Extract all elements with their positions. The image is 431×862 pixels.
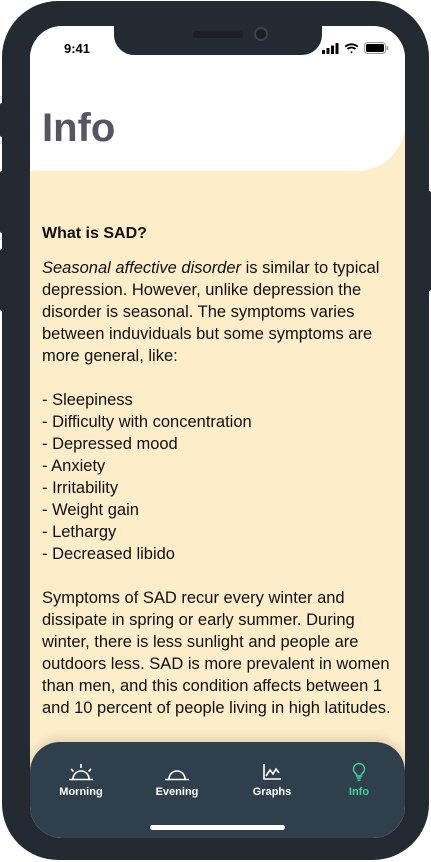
section-heading: What is SAD? xyxy=(42,225,147,242)
tab-graphs[interactable]: Graphs xyxy=(232,762,312,798)
tab-evening[interactable]: Evening xyxy=(137,762,217,798)
mute-switch xyxy=(0,103,4,137)
page-title: Info xyxy=(42,106,116,150)
info-article: What is SAD? Seasonal affective disorder… xyxy=(42,223,397,719)
signal-icon xyxy=(322,42,339,54)
chart-icon xyxy=(263,764,281,780)
symptom-list: - Sleepiness - Difficulty with concentra… xyxy=(42,389,397,565)
symptom-item: - Depressed mood xyxy=(42,435,178,453)
speaker-grille xyxy=(193,31,243,38)
tab-label: Evening xyxy=(155,786,199,798)
status-icons xyxy=(322,42,389,54)
tab-label: Graphs xyxy=(252,786,292,798)
notch xyxy=(114,26,322,55)
sunset-icon xyxy=(165,770,189,781)
symptom-item: - Sleepiness xyxy=(42,391,133,409)
volume-up-button xyxy=(0,171,4,233)
tab-label: Morning xyxy=(59,786,103,798)
tab-label: Info xyxy=(348,786,370,798)
symptom-item: - Irritability xyxy=(42,479,119,497)
intro-term: Seasonal affective disorder xyxy=(42,259,242,277)
volume-down-button xyxy=(0,249,4,311)
status-time: 9:41 xyxy=(64,41,91,56)
symptom-item: - Difficulty with concentration xyxy=(42,413,252,431)
phone-frame: 9:41 Info What is SAD? Seasonal affectiv… xyxy=(0,1,431,860)
power-button xyxy=(427,191,431,291)
tab-morning[interactable]: Morning xyxy=(41,762,121,798)
battery-icon xyxy=(364,42,389,54)
screen: 9:41 Info What is SAD? Seasonal affectiv… xyxy=(30,26,405,838)
lightbulb-icon xyxy=(352,762,366,782)
home-indicator[interactable] xyxy=(150,825,285,830)
symptom-item: - Lethargy xyxy=(42,523,117,541)
details-paragraph: Symptoms of SAD recur every winter and d… xyxy=(42,589,391,717)
wifi-icon xyxy=(344,42,359,53)
symptom-item: - Weight gain xyxy=(42,501,139,519)
tab-bar: Morning Evening Graphs Info xyxy=(30,742,405,838)
sunrise-icon xyxy=(69,764,93,781)
front-camera xyxy=(254,27,268,41)
intro-paragraph: Seasonal affective disorder is similar t… xyxy=(42,257,397,367)
tab-info[interactable]: Info xyxy=(319,762,399,798)
symptom-item: - Decreased libido xyxy=(42,545,175,563)
symptom-item: - Anxiety xyxy=(42,457,106,475)
header: 9:41 Info xyxy=(30,26,405,171)
